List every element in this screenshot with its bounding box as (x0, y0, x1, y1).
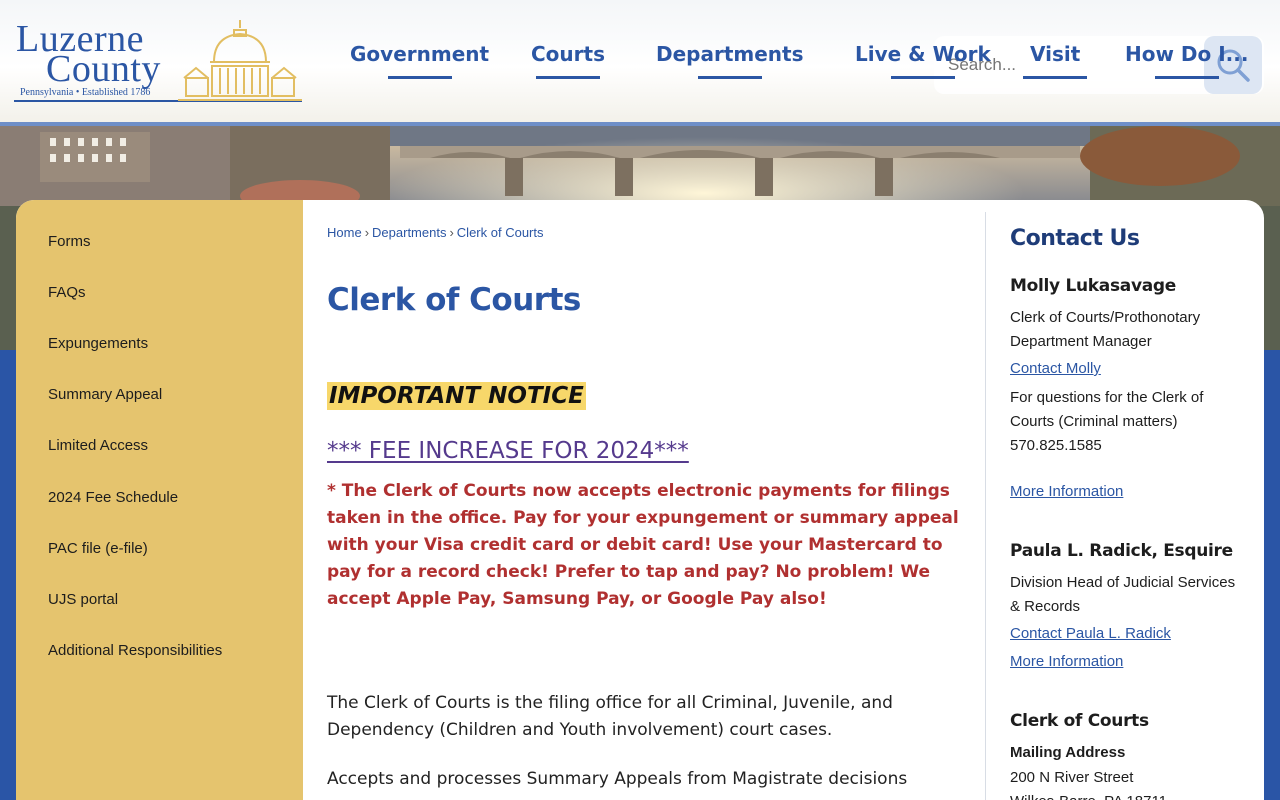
contact-name-paula: Paula L. Radick, Esquire (1010, 541, 1233, 561)
logo-tagline: Pennsylvania • Established 1786 (20, 87, 151, 98)
summary-appeals-paragraph: Accepts and processes Summary Appeals fr… (327, 769, 908, 789)
contact-role-molly: Clerk of Courts/Prothonotary Department … (1010, 309, 1201, 350)
sidebar-item-fee-schedule[interactable]: 2024 Fee Schedule (48, 489, 178, 506)
contact-name-molly: Molly Lukasavage (1010, 276, 1177, 296)
sidebar-item-expungements[interactable]: Expungements (48, 335, 148, 352)
breadcrumb-home[interactable]: Home (327, 225, 362, 240)
important-notice-heading: IMPORTANT NOTICE (327, 382, 586, 410)
mailing-street: 200 N River Street (1010, 769, 1134, 786)
sidebar-item-additional-responsibilities[interactable]: Additional Responsibilities (48, 642, 222, 659)
more-information-link-molly[interactable]: More Information (1010, 483, 1123, 500)
breadcrumb: Home › Departments › Clerk of Courts (327, 225, 544, 240)
mailing-address-label: Mailing Address (1010, 744, 1126, 761)
content-card: Forms FAQs Expungements Summary Appeal L… (16, 200, 1264, 800)
column-divider (985, 212, 986, 800)
contact-paula-link[interactable]: Contact Paula L. Radick (1010, 625, 1171, 642)
sidebar-item-limited-access[interactable]: Limited Access (48, 437, 148, 454)
contact-note-molly: For questions for the Clerk of Courts (C… (1010, 389, 1204, 430)
contact-molly-link[interactable]: Contact Molly (1010, 360, 1101, 377)
breadcrumb-current[interactable]: Clerk of Courts (457, 225, 544, 240)
nav-courts[interactable]: Courts (531, 42, 605, 79)
breadcrumb-departments[interactable]: Departments (372, 225, 446, 240)
sidebar-item-forms[interactable]: Forms (48, 233, 91, 250)
county-logo[interactable]: Luzerne County Pennsylvania • Establishe… (14, 18, 304, 108)
nav-departments[interactable]: Departments (656, 42, 804, 79)
main-content: Home › Departments › Clerk of Courts Clerk o… (327, 200, 977, 800)
contact-role-paula: Division Head of Judicial Services & Rec… (1010, 574, 1236, 615)
office-name: Clerk of Courts (1010, 711, 1149, 731)
logo-wordmark: Luzerne County (16, 20, 161, 88)
breadcrumb-separator: › (449, 225, 454, 240)
sidebar-item-summary-appeal[interactable]: Summary Appeal (48, 386, 162, 403)
mailing-city: Wilkes-Barre, PA 18711 (1010, 790, 1246, 800)
contact-heading: Contact Us (1010, 226, 1140, 251)
contact-phone-molly: 570.825.1585 (1010, 437, 1102, 454)
sidebar-item-ujs-portal[interactable]: UJS portal (48, 591, 118, 608)
description-paragraph: The Clerk of Courts is the filing office… (327, 693, 893, 740)
fee-increase-text: * The Clerk of Courts now accepts electr… (327, 481, 959, 609)
sidebar-item-faqs[interactable]: FAQs (48, 284, 86, 301)
nav-government[interactable]: Government (350, 42, 489, 79)
sidebar-item-pac-file[interactable]: PAC file (e-file) (48, 540, 148, 557)
breadcrumb-separator: › (364, 225, 370, 240)
nav-how-do-i[interactable]: How Do I... (1125, 42, 1248, 79)
more-information-link-paula[interactable]: More Information (1010, 653, 1123, 670)
page-title: Clerk of Courts (327, 282, 581, 318)
courthouse-dome-icon (178, 20, 302, 101)
site-header: Luzerne County Pennsylvania • Establishe… (0, 0, 1280, 122)
nav-live-work[interactable]: Live & Work (855, 42, 991, 79)
nav-visit[interactable]: Visit (1023, 42, 1088, 79)
sidebar-nav: Forms FAQs Expungements Summary Appeal L… (16, 200, 303, 800)
fee-increase-heading: *** FEE INCREASE FOR 2024*** (327, 438, 689, 464)
